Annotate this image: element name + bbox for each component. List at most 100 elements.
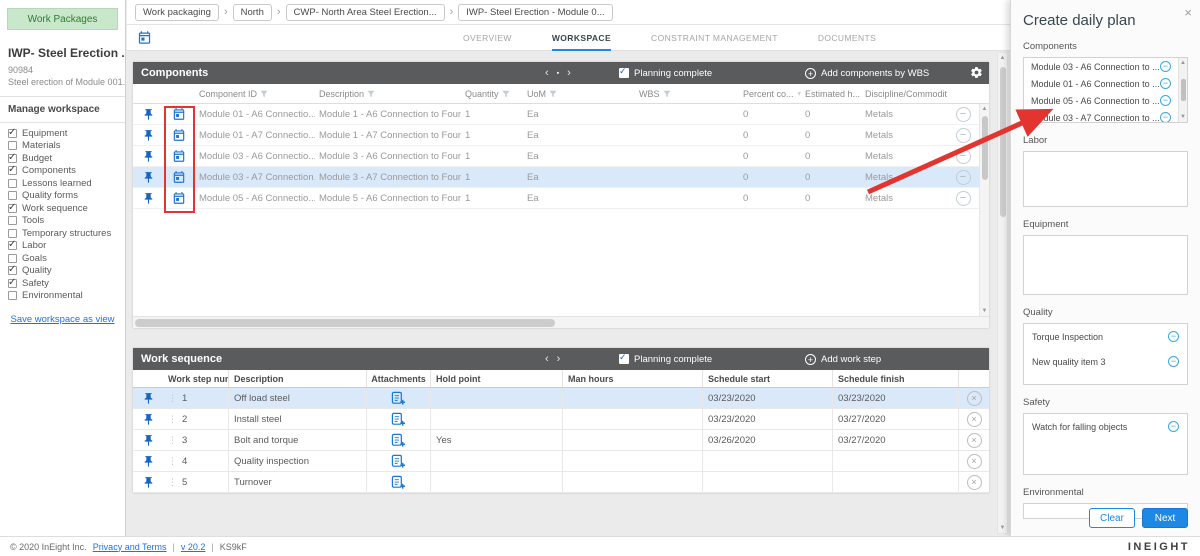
scroll-down-icon[interactable]: ▼ — [982, 307, 988, 315]
delete-icon[interactable]: × — [967, 454, 982, 469]
sidebar-item-quality[interactable]: Quality — [0, 265, 125, 278]
next-button[interactable]: Next — [1142, 508, 1188, 528]
filter-icon[interactable] — [502, 90, 510, 98]
pin-icon[interactable] — [142, 434, 155, 447]
tab-overview[interactable]: OVERVIEW — [463, 25, 512, 51]
scroll-up-icon[interactable]: ▲ — [1000, 54, 1006, 62]
scrollbar-thumb[interactable] — [982, 116, 988, 180]
settings-gear-icon[interactable] — [970, 66, 983, 84]
work-step-row-selected[interactable]: ⋮1 Off load steel 03/23/2020 03/23/2020 … — [133, 388, 989, 409]
column-header-discipline[interactable]: Discipline/Commodity — [861, 84, 947, 103]
remove-icon[interactable]: − — [956, 128, 971, 143]
pin-icon[interactable] — [142, 108, 155, 121]
checkbox-icon[interactable] — [8, 254, 17, 263]
components-list-scrollbar[interactable]: ▲ ▼ — [1178, 58, 1187, 122]
scroll-down-icon[interactable]: ▼ — [1180, 113, 1186, 121]
checkbox-icon[interactable] — [8, 129, 17, 138]
column-header-man-hours[interactable]: Man hours — [563, 370, 703, 387]
attachments-icon[interactable] — [391, 433, 406, 448]
tab-workspace[interactable]: WORKSPACE — [552, 25, 611, 51]
sidebar-item-budget[interactable]: Budget — [0, 152, 125, 165]
pin-icon[interactable] — [142, 476, 155, 489]
filter-icon[interactable] — [260, 90, 268, 98]
checkbox-icon[interactable] — [8, 191, 17, 200]
add-to-plan-calendar-icon[interactable] — [172, 149, 186, 163]
pin-icon[interactable] — [142, 129, 155, 142]
breadcrumb-cwp[interactable]: CWP- North Area Steel Erection... — [286, 4, 445, 21]
breadcrumb-work-packaging[interactable]: Work packaging — [135, 4, 219, 21]
checked-checkbox-icon[interactable] — [619, 68, 629, 78]
remove-icon[interactable]: − — [1160, 78, 1171, 89]
checkbox-icon[interactable] — [8, 279, 17, 288]
tab-constraint-management[interactable]: CONSTRAINT MANAGEMENT — [651, 25, 778, 51]
column-header-wbs[interactable]: WBS — [635, 84, 739, 103]
checked-checkbox-icon[interactable] — [619, 354, 629, 364]
sidebar-item-components[interactable]: Components — [0, 165, 125, 178]
delete-icon[interactable]: × — [967, 412, 982, 427]
checkbox-icon[interactable] — [8, 266, 17, 275]
column-header-description[interactable]: Description — [229, 370, 367, 387]
component-row[interactable]: Module 01 - A6 Connectio... Module 1 - A… — [133, 104, 989, 125]
tab-documents[interactable]: DOCUMENTS — [818, 25, 876, 51]
components-planning-complete[interactable]: Planning complete — [619, 68, 712, 79]
components-horizontal-scrollbar[interactable] — [133, 316, 989, 328]
checkbox-icon[interactable] — [8, 154, 17, 163]
checkbox-icon[interactable] — [8, 166, 17, 175]
checkbox-icon[interactable] — [8, 291, 17, 300]
drag-handle-icon[interactable]: ⋮ — [168, 393, 177, 404]
add-work-step-button[interactable]: + Add work step — [805, 354, 881, 365]
work-step-row[interactable]: ⋮3 Bolt and torque Yes 03/26/2020 03/27/… — [133, 430, 989, 451]
scrollbar-thumb[interactable] — [1181, 79, 1186, 101]
column-header-schedule-start[interactable]: Schedule start — [703, 370, 833, 387]
attachments-icon[interactable] — [391, 412, 406, 427]
attachments-icon[interactable] — [391, 391, 406, 406]
daily-plan-quality-item[interactable]: Torque Inspection − — [1024, 324, 1187, 349]
delete-icon[interactable]: × — [967, 475, 982, 490]
remove-icon[interactable]: − — [956, 170, 971, 185]
filter-icon[interactable] — [549, 90, 557, 98]
save-workspace-link[interactable]: Save workspace as view — [4, 314, 121, 325]
work-packages-button[interactable]: Work Packages — [7, 8, 118, 30]
remove-icon[interactable]: − — [1168, 356, 1179, 367]
drag-handle-icon[interactable]: ⋮ — [168, 477, 177, 488]
sidebar-item-materials[interactable]: Materials — [0, 140, 125, 153]
close-icon[interactable]: × — [1184, 5, 1192, 20]
sidebar-item-equipment[interactable]: Equipment — [0, 127, 125, 140]
pin-icon[interactable] — [142, 150, 155, 163]
clear-button[interactable]: Clear — [1089, 508, 1135, 528]
drag-handle-icon[interactable]: ⋮ — [168, 435, 177, 446]
daily-plan-safety-item[interactable]: Watch for falling objects − — [1024, 414, 1187, 439]
sidebar-item-lessons-learned[interactable]: Lessons learned — [0, 177, 125, 190]
sidebar-item-quality-forms[interactable]: Quality forms — [0, 190, 125, 203]
chevron-left-icon[interactable]: ‹ — [545, 353, 549, 365]
pin-icon[interactable] — [142, 192, 155, 205]
scroll-down-icon[interactable]: ▼ — [1000, 524, 1006, 532]
column-header-component-id[interactable]: Component ID — [195, 84, 315, 103]
add-to-plan-calendar-icon[interactable] — [172, 107, 186, 121]
checkbox-icon[interactable] — [8, 204, 17, 213]
scroll-up-icon[interactable]: ▲ — [982, 105, 988, 113]
scrollbar-thumb[interactable] — [135, 319, 555, 327]
daily-plan-component-item[interactable]: Module 03 - A7 Connection to ... − — [1024, 109, 1187, 123]
pin-icon[interactable] — [142, 392, 155, 405]
breadcrumb-north[interactable]: North — [233, 4, 272, 21]
delete-icon[interactable]: × — [967, 433, 982, 448]
pin-icon[interactable] — [142, 413, 155, 426]
attachments-icon[interactable] — [391, 454, 406, 469]
column-header-quantity[interactable]: Quantity — [461, 84, 523, 103]
chevron-right-icon[interactable]: › — [567, 67, 571, 79]
checkbox-icon[interactable] — [8, 179, 17, 188]
remove-icon[interactable]: − — [956, 107, 971, 122]
remove-icon[interactable]: − — [1160, 112, 1171, 123]
sidebar-item-tools[interactable]: Tools — [0, 215, 125, 228]
pin-icon[interactable] — [142, 455, 155, 468]
calendar-icon[interactable] — [137, 30, 152, 50]
work-sequence-planning-complete[interactable]: Planning complete — [619, 354, 712, 365]
component-row[interactable]: Module 01 - A7 Connectio... Module 1 - A… — [133, 125, 989, 146]
remove-icon[interactable]: − — [1160, 95, 1171, 106]
add-to-plan-calendar-icon[interactable] — [172, 191, 186, 205]
add-to-plan-calendar-icon[interactable] — [172, 128, 186, 142]
checkbox-icon[interactable] — [8, 229, 17, 238]
version-link[interactable]: v 20.2 — [181, 542, 206, 552]
component-row-selected[interactable]: Module 03 - A7 Connection... Module 3 - … — [133, 167, 989, 188]
